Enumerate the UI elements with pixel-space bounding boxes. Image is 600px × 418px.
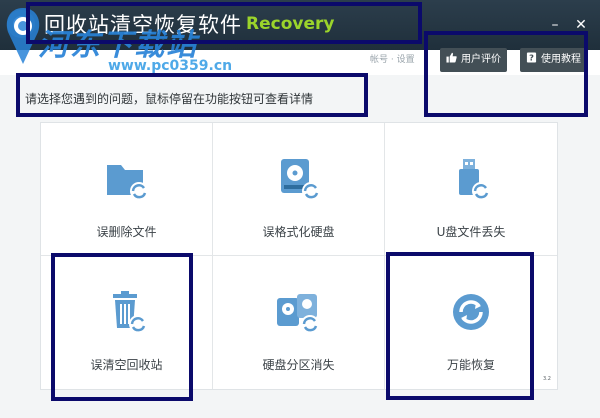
universal-recover-icon: [453, 294, 489, 330]
user-review-button[interactable]: 用户评价: [440, 48, 507, 72]
option-label: 万能恢复: [446, 358, 495, 372]
option-emptied-recycle-bin[interactable]: 误清空回收站: [41, 256, 213, 389]
user-review-label: 用户评价: [461, 54, 501, 65]
recovery-options-grid: 误删除文件 误格式化硬盘 U盘文件丢失 误清空回收站 硬盘分区消失 万能恢复: [40, 122, 558, 390]
partition-recover-icon: [276, 294, 319, 333]
document-question-icon: ?: [526, 52, 537, 63]
minimize-button[interactable]: –: [545, 15, 565, 35]
usb-drive-icon: [459, 159, 490, 200]
option-partition-lost[interactable]: 硬盘分区消失: [213, 256, 385, 389]
option-formatted-disk[interactable]: 误格式化硬盘: [213, 123, 385, 256]
close-button[interactable]: ✕: [571, 15, 591, 35]
option-universal-recovery[interactable]: 万能恢复: [385, 256, 557, 389]
version-text: 3.2: [543, 376, 551, 382]
account-links[interactable]: 帐号 · 设置: [370, 52, 415, 65]
svg-text:?: ?: [529, 53, 534, 63]
folder-recover-icon: [106, 165, 148, 200]
option-usb-lost-files[interactable]: U盘文件丢失: [385, 123, 557, 256]
option-deleted-files[interactable]: 误删除文件: [41, 123, 213, 256]
thumbs-up-icon: [446, 52, 457, 63]
option-label: 误删除文件: [96, 225, 157, 239]
option-label: U盘文件丢失: [436, 225, 506, 239]
window-title-english: Recovery: [246, 14, 335, 34]
recycle-bin-recover-icon: [112, 291, 147, 333]
option-label: 误格式化硬盘: [262, 225, 335, 239]
watermark-url: www.pc0359.cn: [108, 58, 233, 74]
option-label: 误清空回收站: [90, 358, 163, 372]
option-label: 硬盘分区消失: [262, 358, 335, 372]
tutorial-label: 使用教程: [541, 54, 581, 65]
hard-drive-recover-icon: [280, 159, 320, 200]
instruction-text: 请选择您遇到的问题，鼠标停留在功能按钮可查看详情: [25, 92, 314, 106]
tutorial-button[interactable]: ? 使用教程: [520, 48, 587, 72]
